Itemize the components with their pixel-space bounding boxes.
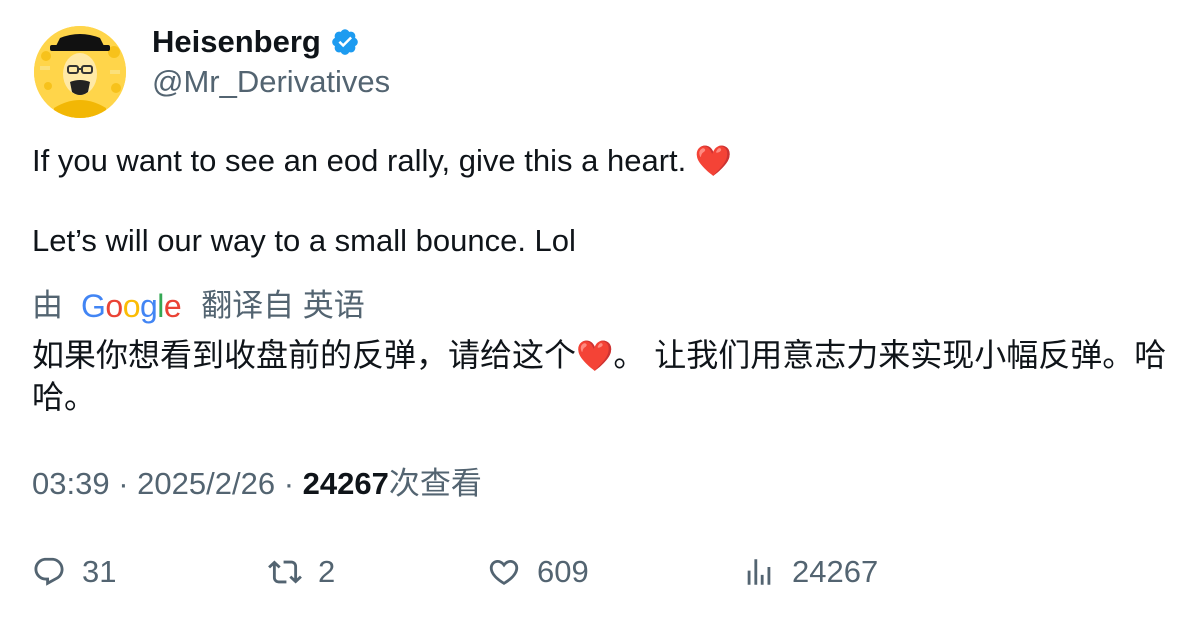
translation-attribution: 由 Google 翻译自 英语 — [32, 286, 365, 326]
analytics-icon — [747, 559, 771, 585]
heart-emoji: ❤️ — [576, 339, 614, 374]
views-label: 次查看 — [388, 466, 482, 501]
retweet-count: 2 — [318, 554, 336, 589]
reply-count: 31 — [82, 554, 117, 589]
translation-suffix[interactable]: 翻译自 英语 — [201, 286, 365, 326]
verified-badge-icon — [332, 29, 358, 55]
translated-text: 如果你想看到收盘前的反弹，请给这个❤️。 让我们用意志力来实现小幅反弹。哈哈。 — [32, 335, 1172, 417]
avatar-portrait-icon — [34, 26, 126, 118]
views-button[interactable]: 24267 — [742, 552, 878, 592]
user-handle[interactable]: @Mr_Derivatives — [152, 62, 390, 102]
reply-button[interactable]: 31 — [32, 552, 116, 592]
translated-text-part-1: 如果你想看到收盘前的反弹，请给这个 — [32, 337, 577, 373]
reply-icon — [34, 557, 64, 586]
tweet-text-line-2: Let’s will our way to a small bounce. Lo… — [32, 223, 576, 258]
translation-prefix: 由 — [32, 288, 63, 323]
display-name-text: Heisenberg — [152, 24, 321, 59]
heart-icon — [489, 559, 519, 585]
display-name[interactable]: Heisenberg — [152, 22, 360, 62]
tweet-text-line-1: If you want to see an eod rally, give th… — [32, 141, 732, 182]
tweet-text: If you want to see an eod rally, give th… — [32, 143, 687, 178]
tweet-meta: 03:39 · 2025/2/26 · 24267次查看 — [32, 464, 482, 504]
retweet-button[interactable]: 2 — [268, 552, 335, 592]
meta-separator: · — [118, 466, 129, 501]
avatar[interactable] — [34, 26, 126, 118]
views-action-count: 24267 — [792, 554, 879, 589]
like-button[interactable]: 609 — [487, 552, 589, 592]
tweet-time[interactable]: 03:39 — [32, 466, 110, 501]
heart-emoji: ❤️ — [694, 144, 733, 179]
views-count: 24267 — [302, 466, 389, 501]
meta-separator: · — [283, 466, 295, 501]
google-logo: Google — [81, 288, 182, 324]
like-count: 609 — [537, 554, 589, 589]
tweet-date[interactable]: 2025/2/26 — [137, 466, 275, 501]
retweet-icon — [268, 560, 302, 584]
